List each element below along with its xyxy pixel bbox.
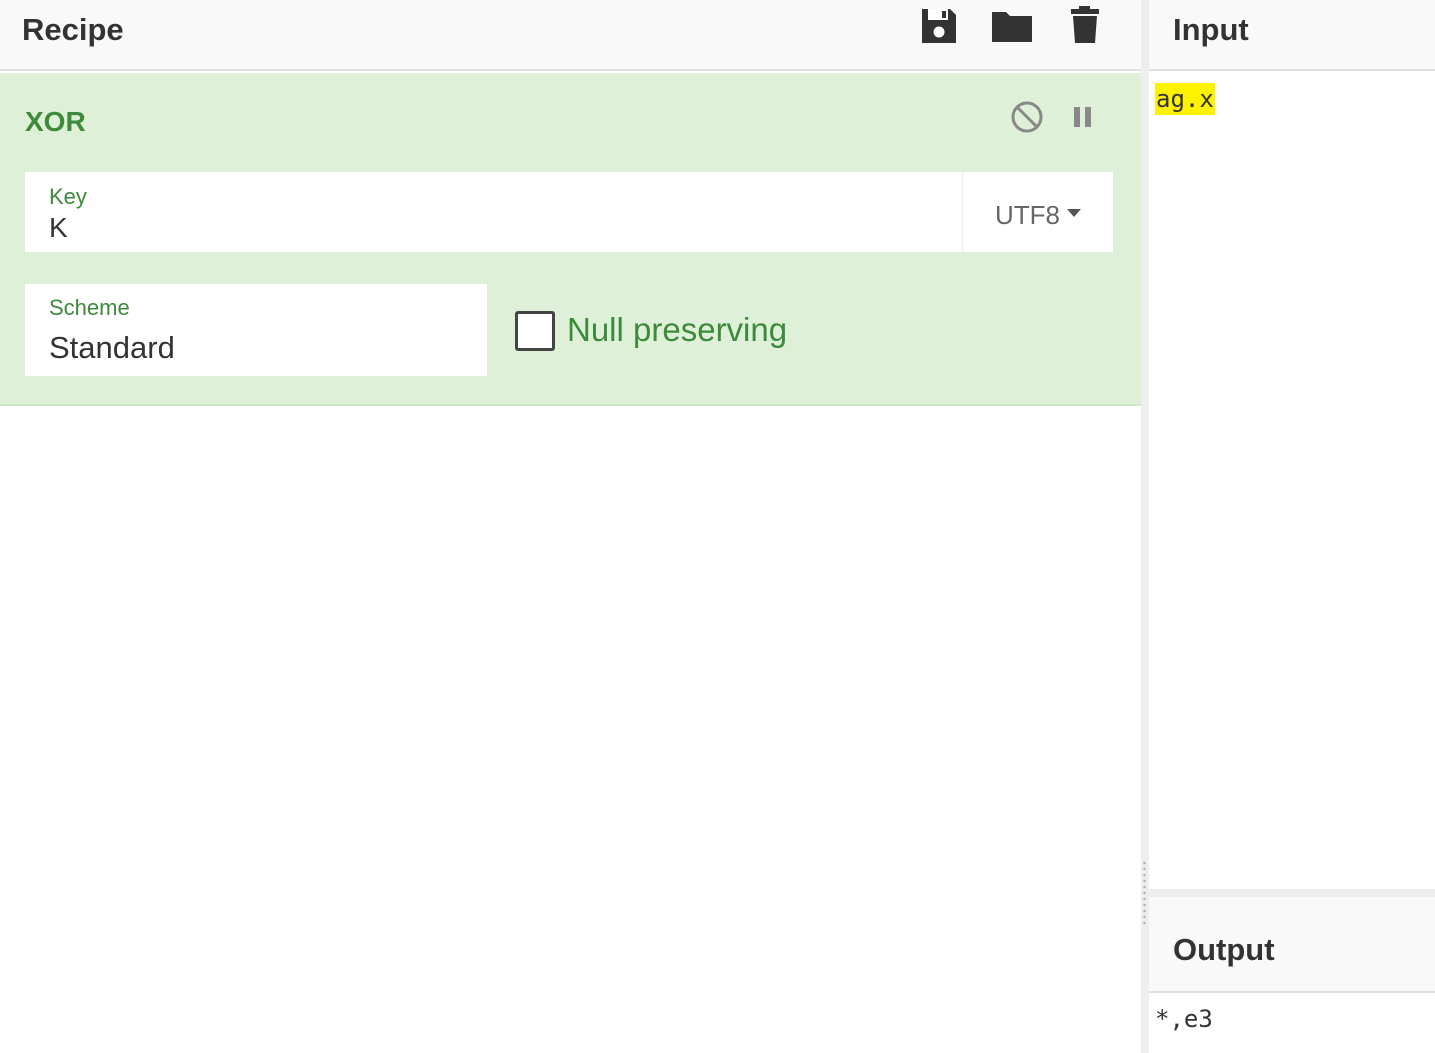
io-pane: Input ag.x Output *,e3	[1149, 0, 1435, 1053]
disable-icon	[1011, 101, 1043, 133]
null-preserving-checkbox[interactable]	[515, 311, 555, 351]
recipe-header: Recipe	[0, 0, 1141, 71]
breakpoint-button[interactable]	[1072, 104, 1094, 135]
output-title: Output	[1173, 932, 1275, 967]
recipe-pane: Recipe XOR Key K UTF8 Scheme Standard Nu…	[0, 0, 1141, 1053]
key-input[interactable]: K	[49, 212, 68, 244]
key-label: Key	[49, 184, 87, 209]
chevron-down-icon	[1067, 209, 1081, 217]
output-header: Output	[1149, 897, 1435, 993]
save-icon	[922, 9, 956, 43]
io-splitter[interactable]	[1149, 889, 1435, 897]
output-area[interactable]: *,e3	[1149, 995, 1435, 1053]
breakpoint-icon	[1074, 107, 1091, 127]
scheme-field[interactable]: Scheme Standard	[25, 284, 487, 376]
key-encoding-value: UTF8	[995, 200, 1060, 230]
trash-icon	[1071, 6, 1099, 43]
operation-title: XOR	[25, 106, 86, 137]
splitter-grip	[1143, 860, 1146, 924]
input-textarea[interactable]: ag.x	[1149, 73, 1435, 889]
input-title: Input	[1173, 12, 1249, 47]
clear-recipe-button[interactable]	[1068, 6, 1108, 46]
scheme-select[interactable]: Standard	[49, 330, 175, 366]
key-encoding-dropdown[interactable]: UTF8	[963, 172, 1113, 252]
xor-operation: XOR Key K UTF8 Scheme Standard Null pres…	[0, 73, 1141, 406]
output-text: *,e3	[1155, 1005, 1213, 1033]
scheme-label: Scheme	[49, 295, 130, 320]
input-text: ag.x	[1155, 83, 1215, 115]
pane-splitter[interactable]	[1141, 0, 1149, 1053]
disable-operation-button[interactable]	[1010, 100, 1044, 139]
input-header: Input	[1149, 0, 1435, 71]
folder-icon	[992, 12, 1032, 42]
save-recipe-button[interactable]	[919, 6, 959, 46]
null-preserving-label: Null preserving	[567, 311, 788, 348]
load-recipe-button[interactable]	[991, 6, 1032, 46]
key-field[interactable]: Key K UTF8	[25, 172, 1113, 252]
recipe-title: Recipe	[22, 12, 124, 47]
